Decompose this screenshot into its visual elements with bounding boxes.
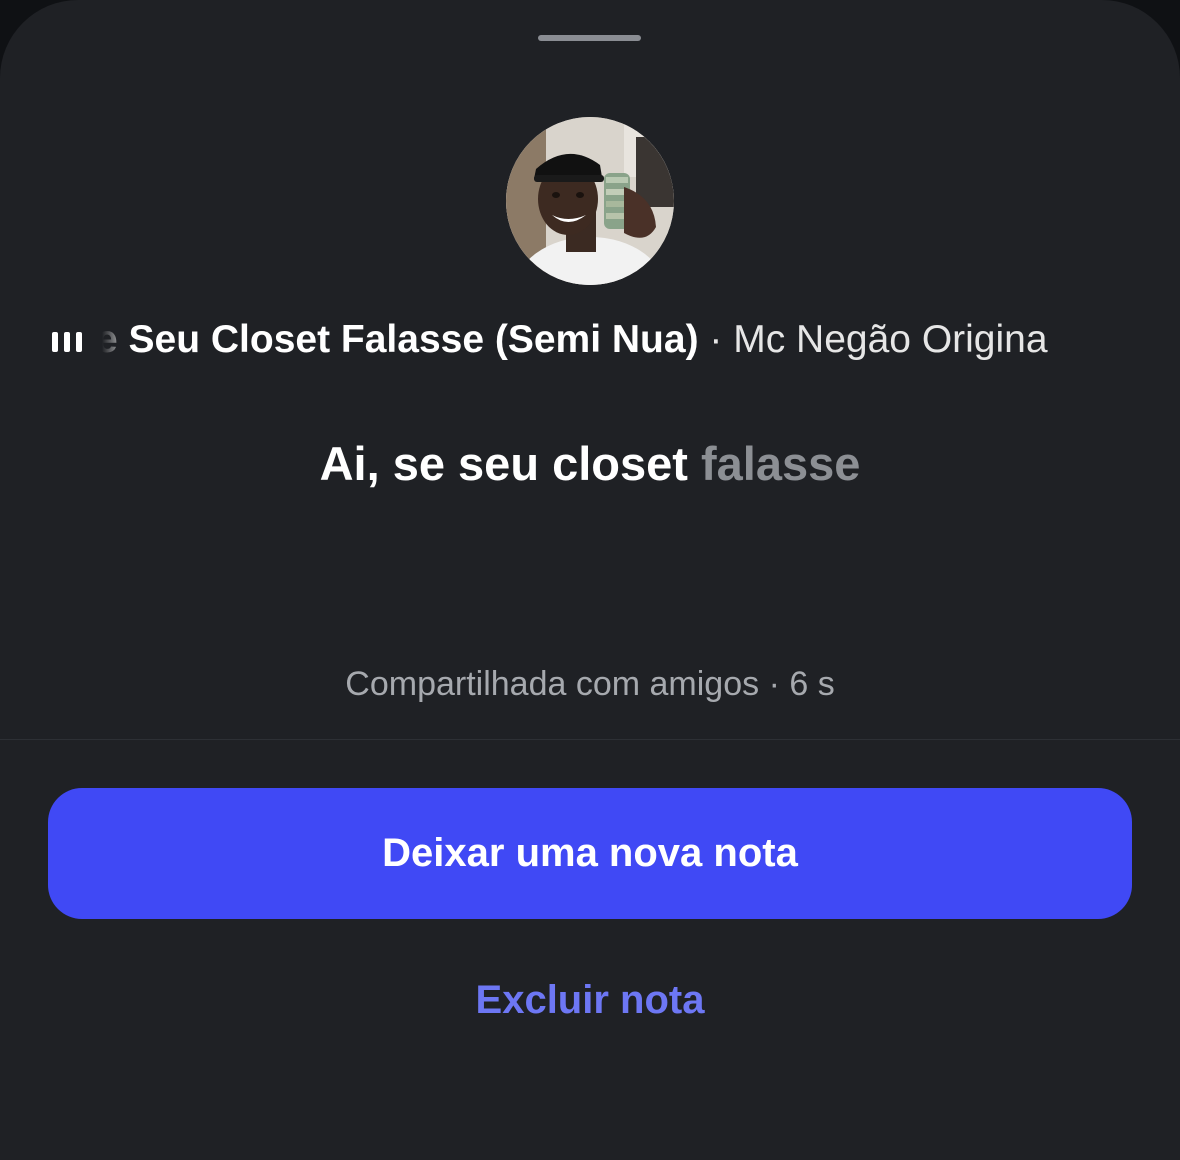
leave-new-note-button[interactable]: Deixar uma nova nota: [48, 788, 1132, 919]
song-title: e Seu Closet Falasse (Semi Nua): [102, 318, 699, 361]
note-lyric: Ai, se seu closet falasse: [0, 432, 1180, 496]
audio-bars-icon: [52, 330, 86, 352]
song-marquee: e Seu Closet Falasse (Semi Nua) · Mc Neg…: [102, 310, 1132, 370]
song-artist: Mc Negão Origina: [733, 318, 1048, 361]
note-lyric-pending: falasse: [701, 437, 861, 490]
sheet-grabber-handle[interactable]: [538, 35, 641, 41]
divider: [0, 739, 1180, 740]
note-bottom-sheet: e Seu Closet Falasse (Semi Nua) · Mc Neg…: [0, 0, 1180, 1160]
song-separator: ·: [698, 318, 734, 361]
shared-with-status: Compartilhada com amigos · 6 s: [345, 665, 835, 703]
profile-avatar[interactable]: [506, 117, 674, 285]
note-lyric-sung: Ai, se seu closet: [319, 437, 701, 490]
delete-note-button[interactable]: Excluir nota: [0, 968, 1180, 1032]
now-playing-row[interactable]: e Seu Closet Falasse (Semi Nua) · Mc Neg…: [0, 310, 1180, 370]
avatar-photo: [506, 117, 674, 285]
